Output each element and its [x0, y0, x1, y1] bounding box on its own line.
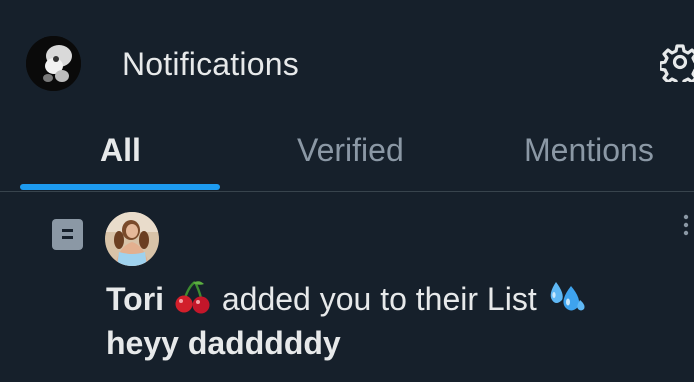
tab-bar: All Verified Mentions — [0, 120, 694, 191]
more-options-icon[interactable] — [680, 214, 692, 238]
tab-verified[interactable]: Verified — [297, 120, 404, 191]
gear-icon[interactable] — [658, 42, 694, 88]
action-text: added you to their List — [221, 281, 537, 317]
profile-avatar[interactable] — [26, 36, 81, 91]
tab-all[interactable]: All — [100, 120, 141, 191]
list-icon — [52, 219, 83, 250]
page-title: Notifications — [122, 46, 299, 82]
cherries-icon — [173, 280, 213, 323]
tab-mentions[interactable]: Mentions — [524, 120, 654, 191]
active-tab-indicator — [20, 184, 220, 190]
user-avatar[interactable] — [105, 212, 159, 266]
list-name[interactable]: heyy dadddddy — [106, 323, 341, 363]
top-bar: Notifications — [0, 0, 694, 120]
sweat-droplets-icon — [546, 278, 586, 323]
user-name[interactable]: Tori — [106, 281, 164, 317]
notification-text: Tori added you to their List — [106, 278, 586, 323]
